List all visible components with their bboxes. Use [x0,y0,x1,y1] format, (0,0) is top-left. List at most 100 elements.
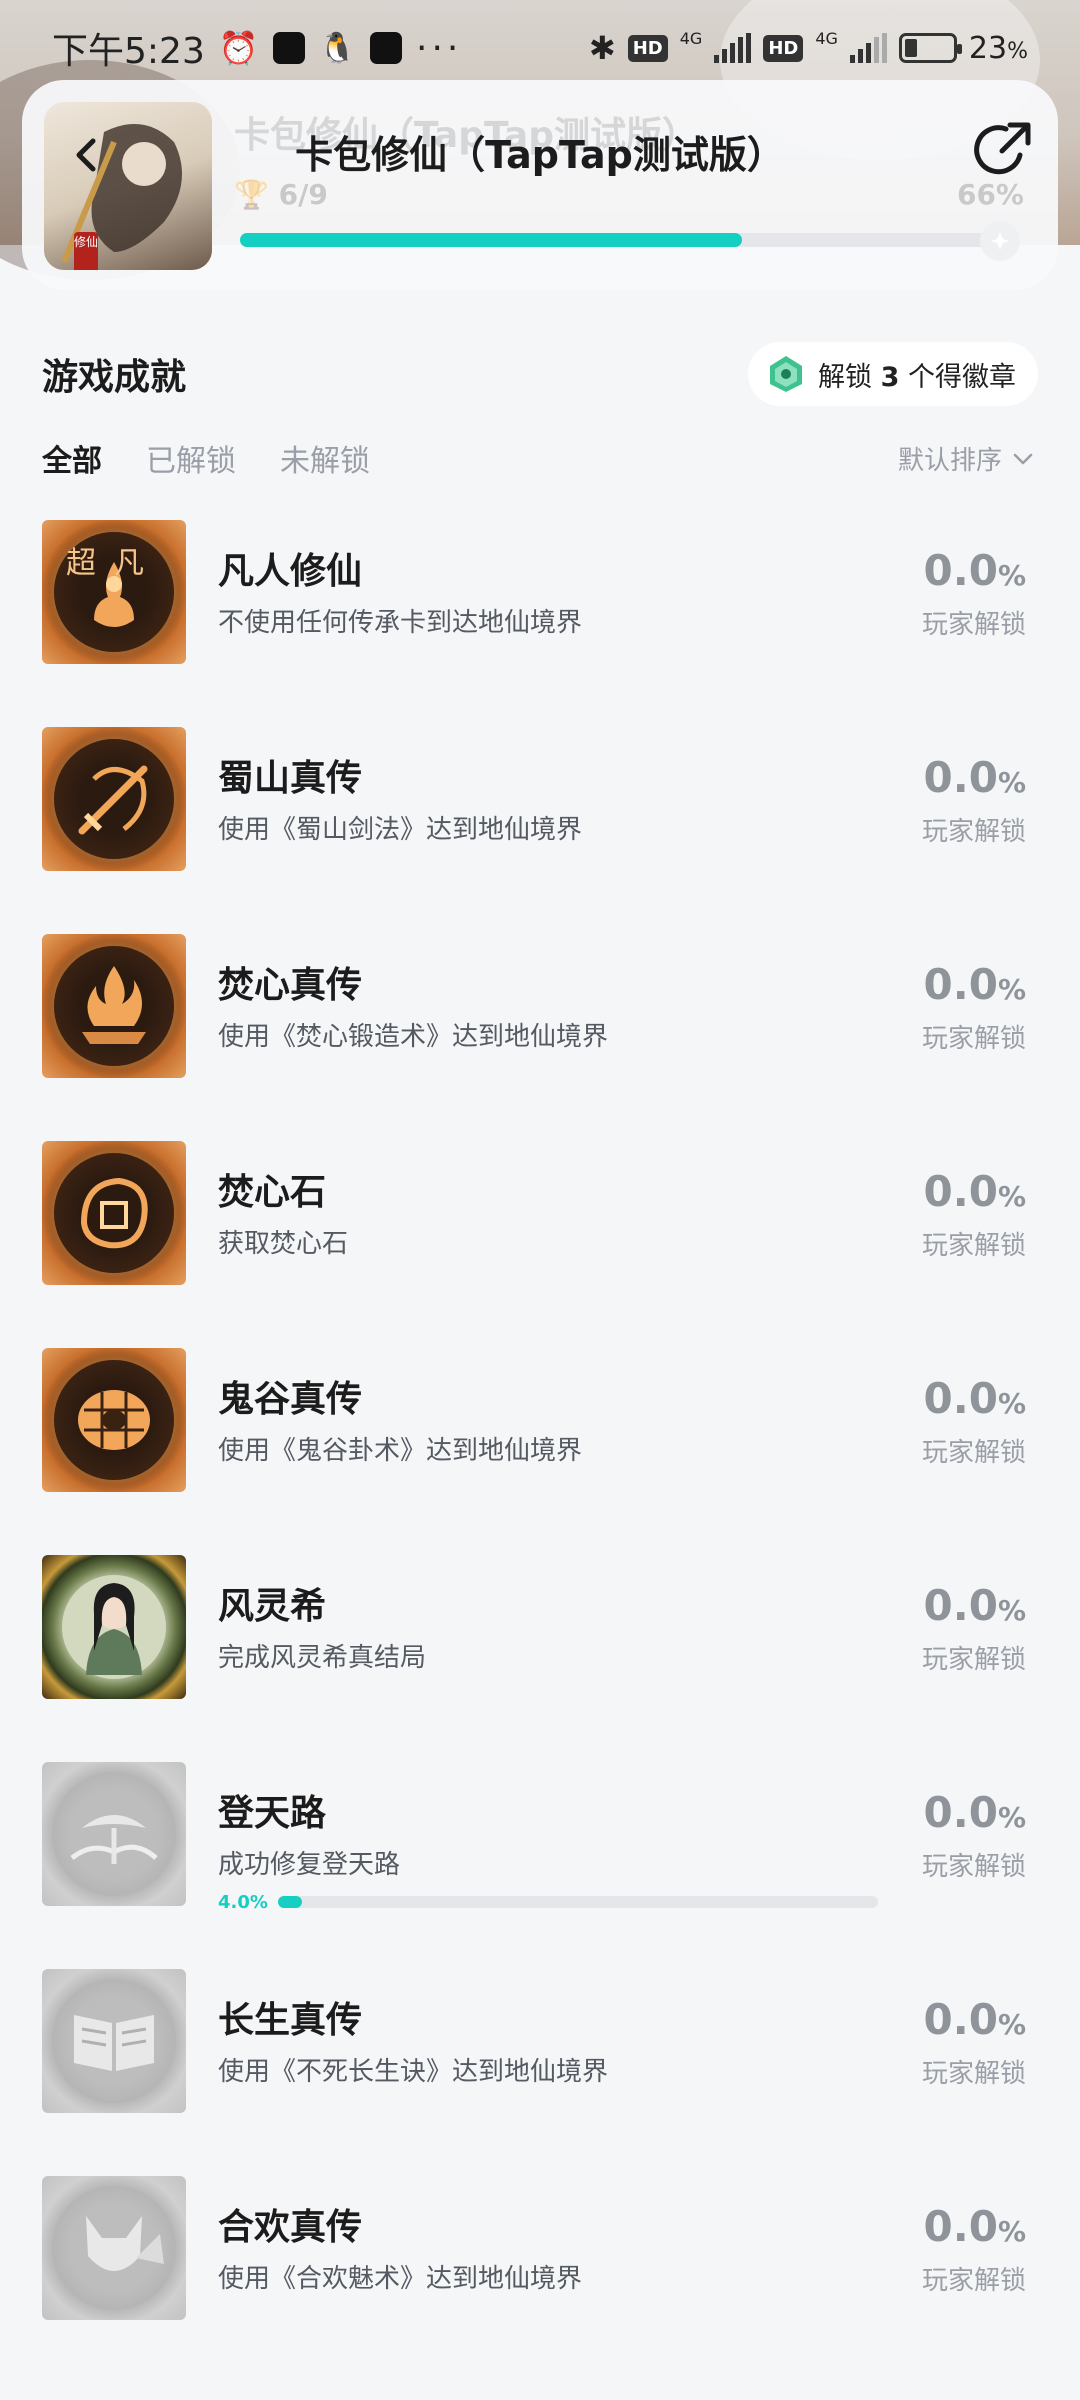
sort-label: 默认排序 [897,446,1002,476]
unlock-rate: 0.0% [923,546,1026,595]
badge-glyph [82,966,146,1044]
flame-forge-icon [42,934,186,1078]
mountain-pine-icon [42,1762,186,1906]
tab-unlocked[interactable]: 已解锁 [146,436,236,480]
signal-strength-icon [849,33,887,63]
turtle-shell-icon [42,1348,186,1492]
bluetooth-icon: ✱ [588,29,616,67]
unlock-rate-label: 玩家解锁 [921,2266,1026,2296]
achievement-title: 风灵希 [218,1586,327,1627]
unlock-rate: 0.0% [923,960,1026,1009]
app-notification-icon [272,32,305,64]
achievement-title: 登天路 [218,1793,327,1834]
unlock-rate-label: 玩家解锁 [921,1852,1026,1882]
achievement-title: 蜀山真传 [218,758,363,799]
share-icon [974,122,1031,175]
achievement-description: 完成风灵希真结局 [218,1643,427,1673]
section-title: 游戏成就 [42,357,187,398]
hd-badge: HD [627,34,668,62]
achievement-item[interactable]: 焚心石获取焚心石 0.0% 玩家解锁 [0,1141,1080,1285]
achievement-title: 凡人修仙 [218,551,363,592]
unlock-rate: 0.0% [923,753,1026,802]
badge-unlock-text: 解锁 3 个得徽章 [818,361,1016,393]
achievement-progress: 4.0% [218,1891,878,1913]
achievement-title: 长生真传 [218,2000,363,2041]
thumbnail-tag: 修仙 [74,232,98,270]
alarm-icon: ⏰ [218,29,259,67]
achievement-title: 鬼谷真传 [218,1379,363,1420]
battery-icon [898,33,962,63]
character-portrait-icon [42,1555,186,1699]
achievement-description: 使用《焚心锻造术》达到地仙境界 [218,1022,609,1052]
flame-stone-icon [42,1141,186,1285]
fox-fan-icon [42,2176,186,2320]
achievement-item[interactable]: 鬼谷真传使用《鬼谷卦术》达到地仙境界 0.0% 玩家解锁 [0,1348,1080,1492]
immortal-fire-icon: 超凡 [42,520,186,664]
achievement-item[interactable]: 焚心真传 使用《焚心锻造术》达到地仙境界 0.0% 玩家解锁 [0,934,1080,1078]
unlock-rate: 0.0% [923,1788,1026,1837]
tab-all[interactable]: 全部 [42,436,102,480]
unlock-rate: 0.0% [923,2202,1026,2251]
achievement-title: 焚心石 [218,1172,327,1213]
unlock-rate: 0.0% [923,1374,1026,1423]
achievement-description: 使用《蜀山剑法》达到地仙境界 [218,815,583,845]
page-title: 卡包修仙（TapTap测试版） [295,133,785,177]
achievement-progress-fill [277,1896,302,1908]
badge-caption: 超凡 [66,546,162,581]
more-notifications-icon: ··· [416,27,463,69]
achievement-progress-label: 4.0% [218,1891,268,1913]
badge-glyph [74,2015,154,2071]
badge-icon [770,356,803,392]
progress-end-badge-icon [980,221,1020,261]
tab-locked[interactable]: 未解锁 [280,436,370,480]
sort-dropdown[interactable]: 默认排序 [898,440,1036,477]
unlock-rate-label: 玩家解锁 [921,817,1026,847]
unlock-rate-label: 玩家解锁 [921,1438,1026,1468]
unlock-rate-label: 玩家解锁 [921,2059,1026,2089]
badge-glyph [62,1575,166,1679]
achievement-progress-track [277,1896,878,1908]
battery-percent: 23% [968,30,1028,66]
chevron-down-icon [1013,453,1033,464]
network-type: 4G [815,29,838,48]
unlock-rate-label: 玩家解锁 [921,1645,1026,1675]
achievement-description: 使用《合欢魅术》达到地仙境界 [218,2264,583,2294]
unlock-rate-label: 玩家解锁 [921,610,1026,640]
open-book-icon [42,1969,186,2113]
badge-glyph [70,1815,158,1864]
badge-unlock-pill[interactable]: 解锁 3 个得徽章 [748,342,1038,406]
achievement-description: 使用《鬼谷卦术》达到地仙境界 [218,1436,583,1466]
achievement-description: 获取焚心石 [218,1229,349,1259]
badge-glyph [80,1177,148,1249]
unlock-rate-label: 玩家解锁 [921,1231,1026,1261]
badge-glyph [78,765,148,835]
signal-strength-icon [714,33,752,63]
unlock-rate-label: 玩家解锁 [921,1024,1026,1054]
achievement-description: 使用《不死长生诀》达到地仙境界 [218,2057,609,2087]
achievement-progress-fill [240,233,742,247]
app-notification-icon [370,32,403,64]
achievement-progress-bar [240,221,1020,261]
achievement-item[interactable]: 合欢真传使用《合欢魅术》达到地仙境界 0.0% 玩家解锁 [0,2176,1080,2320]
achievement-description: 成功修复登天路 [218,1850,401,1880]
achievement-item[interactable]: 蜀山真传使用《蜀山剑法》达到地仙境界 0.0% 玩家解锁 [0,727,1080,871]
unlock-rate: 0.0% [923,1167,1026,1216]
achievement-item[interactable]: 登天路成功修复登天路 0.0% 玩家解锁 4.0% [0,1762,1080,1913]
unlock-rate: 0.0% [923,1581,1026,1630]
achievement-item[interactable]: 超凡 凡人修仙不使用任何传承卡到达地仙境界 0.0% 玩家解锁 [0,520,1080,664]
status-time: 下午5:23 [52,31,205,72]
badge-glyph [86,2216,164,2271]
achievement-item[interactable]: 长生真传使用《不死长生诀》达到地仙境界 0.0% 玩家解锁 [0,1969,1080,2113]
achievement-description: 不使用任何传承卡到达地仙境界 [218,608,583,638]
sword-icon [42,727,186,871]
game-header-card: 修仙 卡包修仙（TapTap测试版） 🏆 6/9 66% 卡包修仙（TapTap… [22,80,1058,290]
filter-tabs: 全部 已解锁 未解锁 [42,436,370,480]
qq-penguin-icon: 🐧 [318,30,357,66]
badge-glyph [78,1390,150,1450]
unlock-rate: 0.0% [923,1995,1026,2044]
share-button[interactable] [968,115,1038,185]
achievement-title: 合欢真传 [218,2207,363,2248]
network-type: 4G [679,29,703,48]
achievement-item[interactable]: 风灵希完成风灵希真结局 0.0% 玩家解锁 [0,1555,1080,1699]
hd-badge: HD [763,34,804,62]
